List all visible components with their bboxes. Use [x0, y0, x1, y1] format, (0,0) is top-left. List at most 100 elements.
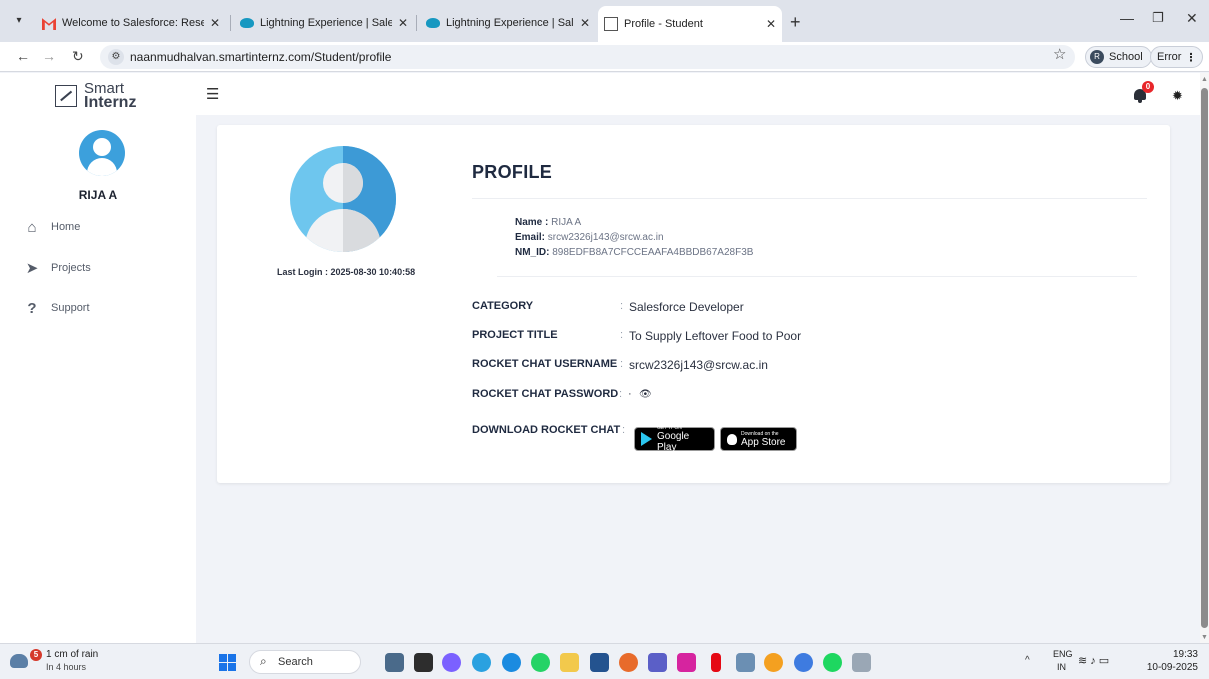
logo-text-line2: Internz	[84, 94, 137, 111]
chrome-profile-icon[interactable]	[794, 653, 813, 672]
search-icon: ⌕	[260, 654, 267, 668]
store-icon[interactable]	[590, 653, 609, 672]
profile-avatar: R	[1090, 50, 1104, 64]
instagram-icon[interactable]	[677, 653, 696, 672]
field-label: CATEGORY	[472, 300, 534, 312]
app-store-small-text: Download on the	[741, 430, 779, 437]
windows-start-icon[interactable]	[219, 654, 236, 671]
new-tab-plus-icon[interactable]: +	[790, 12, 801, 33]
hamburger-menu-icon[interactable]: ☰	[206, 85, 219, 103]
chevron-up-icon[interactable]: ^	[1025, 655, 1030, 666]
clock-date[interactable]: 10-09-2025	[1140, 662, 1198, 673]
address-bar[interactable]: ⚙ naanmudhalvan.smartinternz.com/Student…	[100, 45, 1075, 69]
nmid-label: NM_ID:	[515, 247, 550, 258]
email-label: Email:	[515, 232, 546, 243]
close-tab-icon[interactable]: ✕	[766, 17, 776, 31]
reload-icon[interactable]: ↻	[72, 48, 84, 65]
paper-plane-icon: ➤	[25, 260, 39, 277]
close-tab-icon[interactable]: ✕	[398, 16, 408, 30]
salesforce-cloud-icon	[426, 18, 440, 28]
weather-text: 1 cm of rain	[46, 649, 99, 660]
scroll-down-arrow-icon[interactable]: ▼	[1201, 634, 1208, 641]
profile-chip[interactable]: R School	[1085, 46, 1152, 68]
url-text: naanmudhalvan.smartinternz.com/Student/p…	[130, 50, 392, 64]
last-login: Last Login : 2025-08-30 10:40:58	[277, 267, 415, 277]
sidebar-item-support[interactable]: ? Support	[0, 293, 196, 323]
language-code[interactable]: ENG	[1053, 649, 1073, 659]
google-play-icon	[641, 432, 652, 446]
language-region[interactable]: IN	[1057, 662, 1066, 672]
scrollbar-thumb[interactable]	[1201, 88, 1208, 628]
task-view-icon[interactable]	[414, 653, 433, 672]
edge-icon[interactable]	[502, 653, 521, 672]
error-menu-button[interactable]: Error ⋮	[1150, 46, 1204, 68]
telegram-icon[interactable]	[472, 653, 491, 672]
scroll-up-arrow-icon[interactable]: ▲	[1201, 76, 1208, 83]
restore-icon[interactable]: ❐	[1152, 10, 1164, 26]
email-value: srcw2326j143@srcw.ac.in	[547, 232, 664, 243]
site-settings-icon[interactable]: ⚙	[108, 49, 124, 65]
weather-icon[interactable]	[10, 654, 28, 668]
field-label: ROCKET CHAT PASSWORD	[472, 388, 619, 400]
file-explorer-icon[interactable]	[560, 653, 579, 672]
field-value: Salesforce Developer	[629, 300, 744, 314]
name-label: Name :	[515, 217, 549, 228]
notification-badge: 0	[1142, 81, 1154, 93]
bookmark-star-icon[interactable]: ☆	[1053, 45, 1066, 63]
spotify-icon[interactable]	[823, 653, 842, 672]
sidebar: RIJA A ⌂ Home ➤ Projects ? Support	[0, 115, 196, 643]
widgets-app-icon[interactable]	[385, 653, 404, 672]
sidebar-item-projects[interactable]: ➤ Projects	[0, 253, 196, 283]
browser-tab-profile-student[interactable]: Profile - Student ✕	[598, 6, 782, 42]
browser-tab-strip: ▾ Welcome to Salesforce: Reset y ✕ Light…	[0, 0, 1209, 42]
sidebar-user-name: RIJA A	[78, 188, 118, 202]
page-title: PROFILE	[472, 162, 553, 182]
forward-arrow-icon[interactable]: →	[42, 48, 56, 64]
app-window-icon[interactable]	[852, 653, 871, 672]
browser-tab-salesforce-2[interactable]: Lightning Experience | Salesforc ✕	[420, 8, 596, 38]
tab-separator	[230, 15, 231, 31]
teams-icon[interactable]	[648, 653, 667, 672]
apple-icon	[727, 433, 737, 445]
close-window-icon[interactable]: ✕	[1186, 10, 1198, 27]
firefox-icon[interactable]	[619, 653, 638, 672]
weather-subtext: In 4 hours	[46, 662, 87, 672]
error-label: Error	[1157, 51, 1182, 63]
system-tray-icons[interactable]: ≋♪▭	[1078, 654, 1112, 667]
browser-tab-gmail[interactable]: Welcome to Salesforce: Reset y ✕	[36, 8, 226, 38]
minimize-icon[interactable]: —	[1120, 10, 1134, 26]
field-label: PROJECT TITLE	[472, 329, 558, 341]
copilot-icon[interactable]	[442, 653, 461, 672]
field-value: To Supply Leftover Food to Poor	[629, 329, 802, 343]
question-icon: ?	[27, 299, 37, 317]
tab-search-chevron-icon[interactable]: ▾	[10, 12, 28, 30]
kebab-menu-icon: ⋮	[1185, 51, 1197, 64]
browser-tab-salesforce-1[interactable]: Lightning Experience | Salesforc ✕	[234, 8, 414, 38]
whatsapp-icon[interactable]	[531, 653, 550, 672]
chrome-icon[interactable]	[764, 653, 783, 672]
field-separator: :	[620, 329, 624, 341]
taskbar-search[interactable]: ⌕ Search	[249, 650, 361, 674]
sidebar-item-home[interactable]: ⌂ Home	[0, 212, 196, 242]
sidebar-item-label: Support	[51, 302, 90, 314]
divider	[497, 276, 1137, 277]
field-label: DOWNLOAD ROCKET CHAT	[472, 424, 621, 436]
app-store-button[interactable]: Download on the App Store	[720, 427, 797, 451]
gear-icon[interactable]: ✹	[1172, 88, 1183, 104]
google-play-button[interactable]: GET IT ON Google Play	[634, 425, 715, 453]
tab-title: Profile - Student	[624, 18, 703, 30]
close-tab-icon[interactable]: ✕	[580, 16, 590, 30]
netflix-icon[interactable]	[711, 653, 721, 672]
clock-time[interactable]: 19:33	[1168, 649, 1198, 660]
tab-title: Welcome to Salesforce: Reset y	[62, 17, 204, 29]
search-label: Search	[278, 656, 313, 668]
eye-icon[interactable]: 👁	[639, 389, 652, 400]
network-app-icon[interactable]	[736, 653, 755, 672]
field-value: srcw2326j143@srcw.ac.in	[629, 358, 768, 372]
close-tab-icon[interactable]: ✕	[210, 16, 220, 30]
taskbar: 5 1 cm of rain In 4 hours ⌕ Search ^ ENG…	[0, 643, 1209, 679]
back-arrow-icon[interactable]: ←	[16, 48, 30, 64]
browser-toolbar: ← → ↻ ⚙ naanmudhalvan.smartinternz.com/S…	[0, 42, 1209, 72]
weather-badge: 5	[30, 649, 42, 661]
google-play-text: Google Play	[657, 431, 690, 453]
